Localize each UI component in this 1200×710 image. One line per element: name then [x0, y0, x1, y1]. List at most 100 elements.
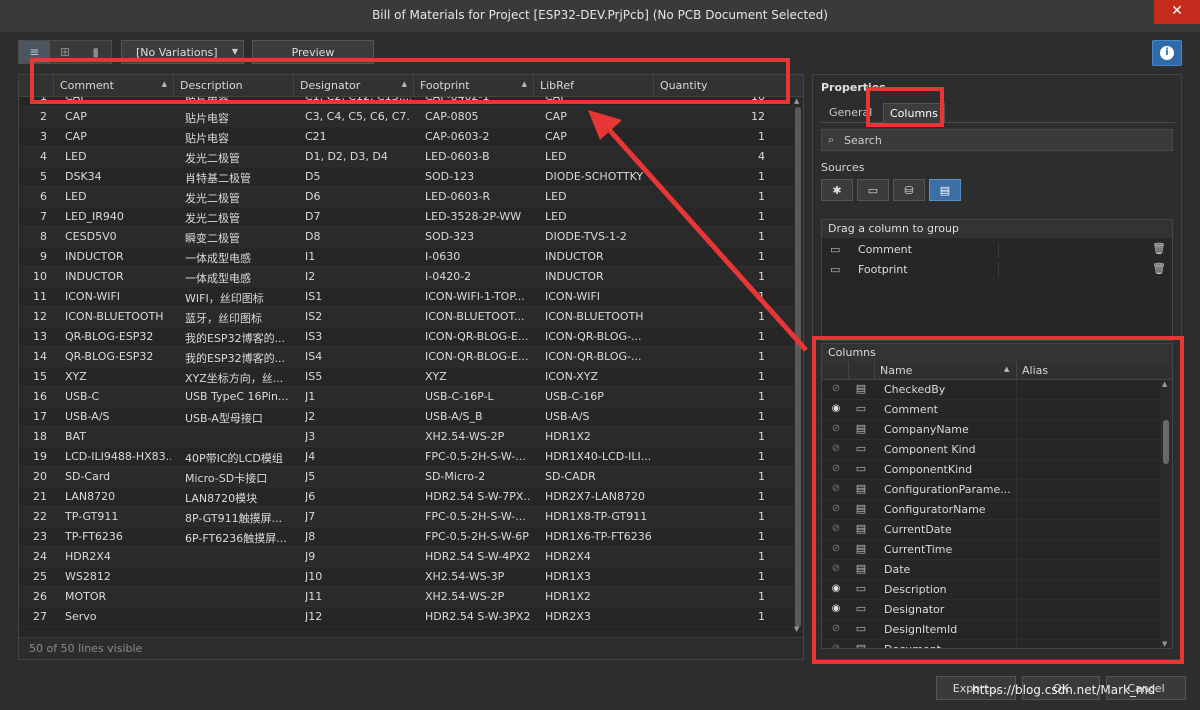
col-header-alias[interactable]: Alias [1022, 364, 1048, 377]
list-item[interactable]: ⊘ ▤ Document [822, 640, 1160, 648]
component-source-icon[interactable]: ✱ [821, 179, 853, 201]
table-row[interactable]: 23 TP-FT6236 6P-FT6236触摸屏... J8 FPC-0.5-2H-S… [19, 527, 793, 547]
cell-designator: J1 [305, 390, 316, 403]
table-row[interactable]: 1 CAP 贴片电容 C1, C2, C12, C13,... CAP-0402-1 CA… [19, 97, 793, 107]
scroll-down-icon[interactable]: ▼ [794, 625, 799, 633]
scroll-up-icon[interactable]: ▲ [1162, 380, 1167, 388]
table-row[interactable]: 17 USB-A/S USB-A型母接口 J2 USB-A/S_B USB-A/S 1 [19, 407, 793, 427]
columns-scrollbar[interactable]: ▲ ▼ [1160, 380, 1172, 648]
table-row[interactable]: 2 CAP 贴片电容 C3, C4, C5, C6, C7... CAP-0805 CAP… [19, 107, 793, 127]
group-item[interactable]: ▭ Footprint 🗑 [822, 260, 1172, 280]
table-row[interactable]: 5 DSK34 肖特基二极管 D5 SOD-123 DIODE-SCHOTTKY 1 [19, 167, 793, 187]
list-item[interactable]: ⊘ ▤ ConfiguratorName [822, 500, 1160, 520]
list-item[interactable]: ◉ ▭ Comment [822, 400, 1160, 420]
eye-hidden-icon[interactable]: ⊘ [828, 623, 844, 634]
table-row[interactable]: 10 INDUCTOR 一体成型电感 I2 I-0420-2 INDUCTOR 1 [19, 267, 793, 287]
list-item[interactable]: ⊘ ▤ Date [822, 560, 1160, 580]
info-button[interactable]: i [1152, 40, 1182, 66]
database-source-icon[interactable]: ⛁ [893, 179, 925, 201]
col-header-designator[interactable]: Designator ▲ [293, 75, 413, 96]
eye-hidden-icon[interactable]: ⊘ [828, 443, 844, 454]
table-row[interactable]: 8 CESD5V0 瞬变二极管 D8 SOD-323 DIODE-TVS-1-2 1 [19, 227, 793, 247]
list-view-icon[interactable]: ≡ [19, 41, 50, 63]
cell-libref: ICON-BLUETOOTH [545, 310, 644, 323]
table-row[interactable]: 15 XYZ XYZ坐标方向，丝... IS5 XYZ ICON-XYZ 1 [19, 367, 793, 387]
eye-hidden-icon[interactable]: ⊘ [828, 643, 844, 648]
table-row[interactable]: 9 INDUCTOR 一体成型电感 I1 I-0630 INDUCTOR 1 [19, 247, 793, 267]
scroll-thumb[interactable] [1163, 420, 1169, 464]
cell-footprint: USB-A/S_B [425, 410, 483, 423]
scroll-up-icon[interactable]: ▲ [794, 97, 799, 105]
tree-view-icon[interactable]: ⊞ [49, 41, 81, 63]
list-item[interactable]: ⊘ ▤ ConfigurationParame... [822, 480, 1160, 500]
eye-hidden-icon[interactable]: ⊘ [828, 423, 844, 434]
table-row[interactable]: 16 USB-C USB TypeC 16Pin... J1 USB-C-16P-L US… [19, 387, 793, 407]
table-row[interactable]: 11 ICON-WIFI WIFI，丝印图标 IS1 ICON-WIFI-1-TOP..… [19, 287, 793, 307]
table-row[interactable]: 20 SD-Card Micro-SD卡接口 J5 SD-Micro-2 SD-CADR 1 [19, 467, 793, 487]
col-header-name[interactable]: Name [880, 364, 912, 377]
eye-hidden-icon[interactable]: ⊘ [828, 523, 844, 534]
list-item[interactable]: ⊘ ▤ CurrentDate [822, 520, 1160, 540]
list-item[interactable]: ⊘ ▭ DesignItemId [822, 620, 1160, 640]
document-icon: ▤ [855, 562, 867, 575]
parameter-source-icon[interactable]: ▭ [857, 179, 889, 201]
cell-footprint: ICON-BLUETOOT... [425, 310, 525, 323]
eye-hidden-icon[interactable]: ⊘ [828, 383, 844, 394]
preview-button[interactable]: Preview [252, 40, 374, 64]
table-row[interactable]: 26 MOTOR J11 XH2.54-WS-2P HDR1X2 1 [19, 587, 793, 607]
col-header-comment[interactable]: Comment ▲ [53, 75, 173, 96]
trash-icon[interactable]: 🗑 [1152, 242, 1166, 255]
tab-general[interactable]: General [823, 103, 878, 123]
eye-hidden-icon[interactable]: ⊘ [828, 563, 844, 574]
list-item[interactable]: ◉ ▭ Designator [822, 600, 1160, 620]
list-item[interactable]: ⊘ ▭ ComponentKind [822, 460, 1160, 480]
document-icon: ▤ [855, 522, 867, 535]
table-row[interactable]: 4 LED 发光二极管 D1, D2, D3, D4 LED-0603-B LED 4 [19, 147, 793, 167]
table-row[interactable]: 21 LAN8720 LAN8720模块 J6 HDR2.54 S-W-7PX... HD… [19, 487, 793, 507]
col-header-footprint[interactable]: Footprint ▲ [413, 75, 533, 96]
tab-columns[interactable]: Columns [883, 103, 945, 123]
scroll-thumb[interactable] [795, 107, 801, 627]
table-row[interactable]: 27 Servo J12 HDR2.54 S-W-3PX2 HDR2X3 1 [19, 607, 793, 627]
chart-view-icon[interactable]: ▮ [80, 41, 112, 63]
trash-icon[interactable]: 🗑 [1152, 262, 1166, 275]
col-header-libref[interactable]: LibRef [533, 75, 653, 96]
group-item[interactable]: ▭ Comment 🗑 [822, 240, 1172, 260]
table-row[interactable]: 24 HDR2X4 J9 HDR2.54 S-W-4PX2 HDR2X4 1 [19, 547, 793, 567]
cell-designator: C3, C4, C5, C6, C7... [305, 110, 411, 123]
table-row[interactable]: 13 QR-BLOG-ESP32 我的ESP32博客的... IS3 ICON-QR-B… [19, 327, 793, 347]
list-item[interactable]: ⊘ ▤ CheckedBy [822, 380, 1160, 400]
eye-hidden-icon[interactable]: ⊘ [828, 483, 844, 494]
search-input[interactable]: ⌕ Search [821, 129, 1173, 151]
eye-icon[interactable]: ◉ [828, 403, 844, 414]
table-row[interactable]: 25 WS2812 J10 XH2.54-WS-3P HDR1X3 1 [19, 567, 793, 587]
eye-hidden-icon[interactable]: ⊘ [828, 463, 844, 474]
list-item[interactable]: ⊘ ▤ CurrentTime [822, 540, 1160, 560]
table-row[interactable]: 19 LCD-ILI9488-HX83... 40P带IC的LCD模组 J4 FPC-0… [19, 447, 793, 467]
title-bar: Bill of Materials for Project [ESP32-DEV… [0, 0, 1200, 32]
variation-dropdown[interactable]: [No Variations] ▼ [121, 40, 244, 64]
close-button[interactable]: ✕ [1154, 0, 1200, 24]
grid-scrollbar[interactable]: ▲ ▼ [793, 97, 803, 633]
scroll-down-icon[interactable]: ▼ [1162, 640, 1167, 648]
table-row[interactable]: 12 ICON-BLUETOOTH 蓝牙，丝印图标 IS2 ICON-BLUETOOT.… [19, 307, 793, 327]
table-row[interactable]: 14 QR-BLOG-ESP32 我的ESP32博客的... IS4 ICON-QR-B… [19, 347, 793, 367]
list-item[interactable]: ⊘ ▭ Component Kind [822, 440, 1160, 460]
eye-hidden-icon[interactable]: ⊘ [828, 543, 844, 554]
table-row[interactable]: 18 BAT J3 XH2.54-WS-2P HDR1X2 1 [19, 427, 793, 447]
col-header-description[interactable]: Description [173, 75, 293, 96]
cell-quantity: 1 [758, 430, 765, 443]
list-item[interactable]: ⊘ ▤ CompanyName [822, 420, 1160, 440]
table-row[interactable]: 22 TP-GT911 8P-GT911触摸屏... J7 FPC-0.5-2H-S-W… [19, 507, 793, 527]
eye-hidden-icon[interactable]: ⊘ [828, 503, 844, 514]
table-row[interactable]: 3 CAP 贴片电容 C21 CAP-0603-2 CAP 1 [19, 127, 793, 147]
document-source-icon[interactable]: ▤ [929, 179, 961, 201]
document-icon: ▤ [855, 422, 867, 435]
eye-icon[interactable]: ◉ [828, 603, 844, 614]
cell-libref: INDUCTOR [545, 270, 604, 283]
eye-icon[interactable]: ◉ [828, 583, 844, 594]
table-row[interactable]: 6 LED 发光二极管 D6 LED-0603-R LED 1 [19, 187, 793, 207]
list-item[interactable]: ◉ ▭ Description [822, 580, 1160, 600]
col-header-quantity[interactable]: Quantity [653, 75, 793, 96]
table-row[interactable]: 7 LED_IR940 发光二极管 D7 LED-3528-2P-WW LED 1 [19, 207, 793, 227]
